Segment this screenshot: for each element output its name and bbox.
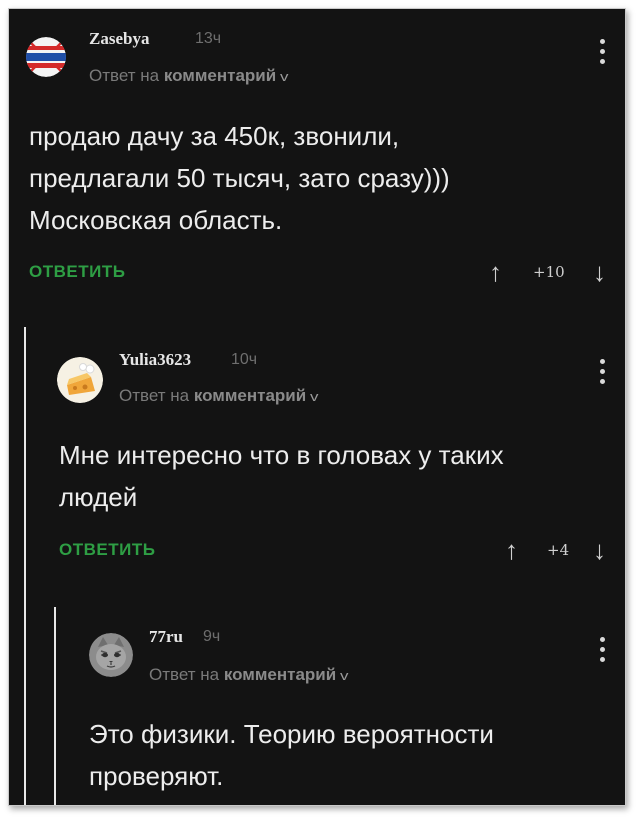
avatar[interactable]: [89, 633, 133, 677]
more-vertical-icon[interactable]: [598, 637, 606, 667]
reply-to-prefix: Ответ на: [149, 665, 220, 684]
comments-thread: Zasebya 13ч Ответ на комментарий v продаю…: [8, 8, 626, 806]
reply-to-target[interactable]: комментарий: [224, 665, 336, 684]
comment-3: 77ru 9ч Ответ на комментарий v Это физики…: [9, 9, 625, 805]
username[interactable]: 77ru: [149, 627, 183, 647]
chevron-down-icon[interactable]: v: [340, 668, 348, 683]
comment-text: Это физики. Теорию вероятности проверяют…: [89, 713, 494, 797]
comment-text-line: Это физики. Теорию вероятности: [89, 719, 494, 749]
comment-text-line: проверяют.: [89, 761, 224, 791]
reply-to-link[interactable]: Ответ на комментарий v: [149, 665, 349, 685]
cat-avatar-icon: [89, 633, 133, 677]
comment-time: 9ч: [203, 628, 221, 645]
